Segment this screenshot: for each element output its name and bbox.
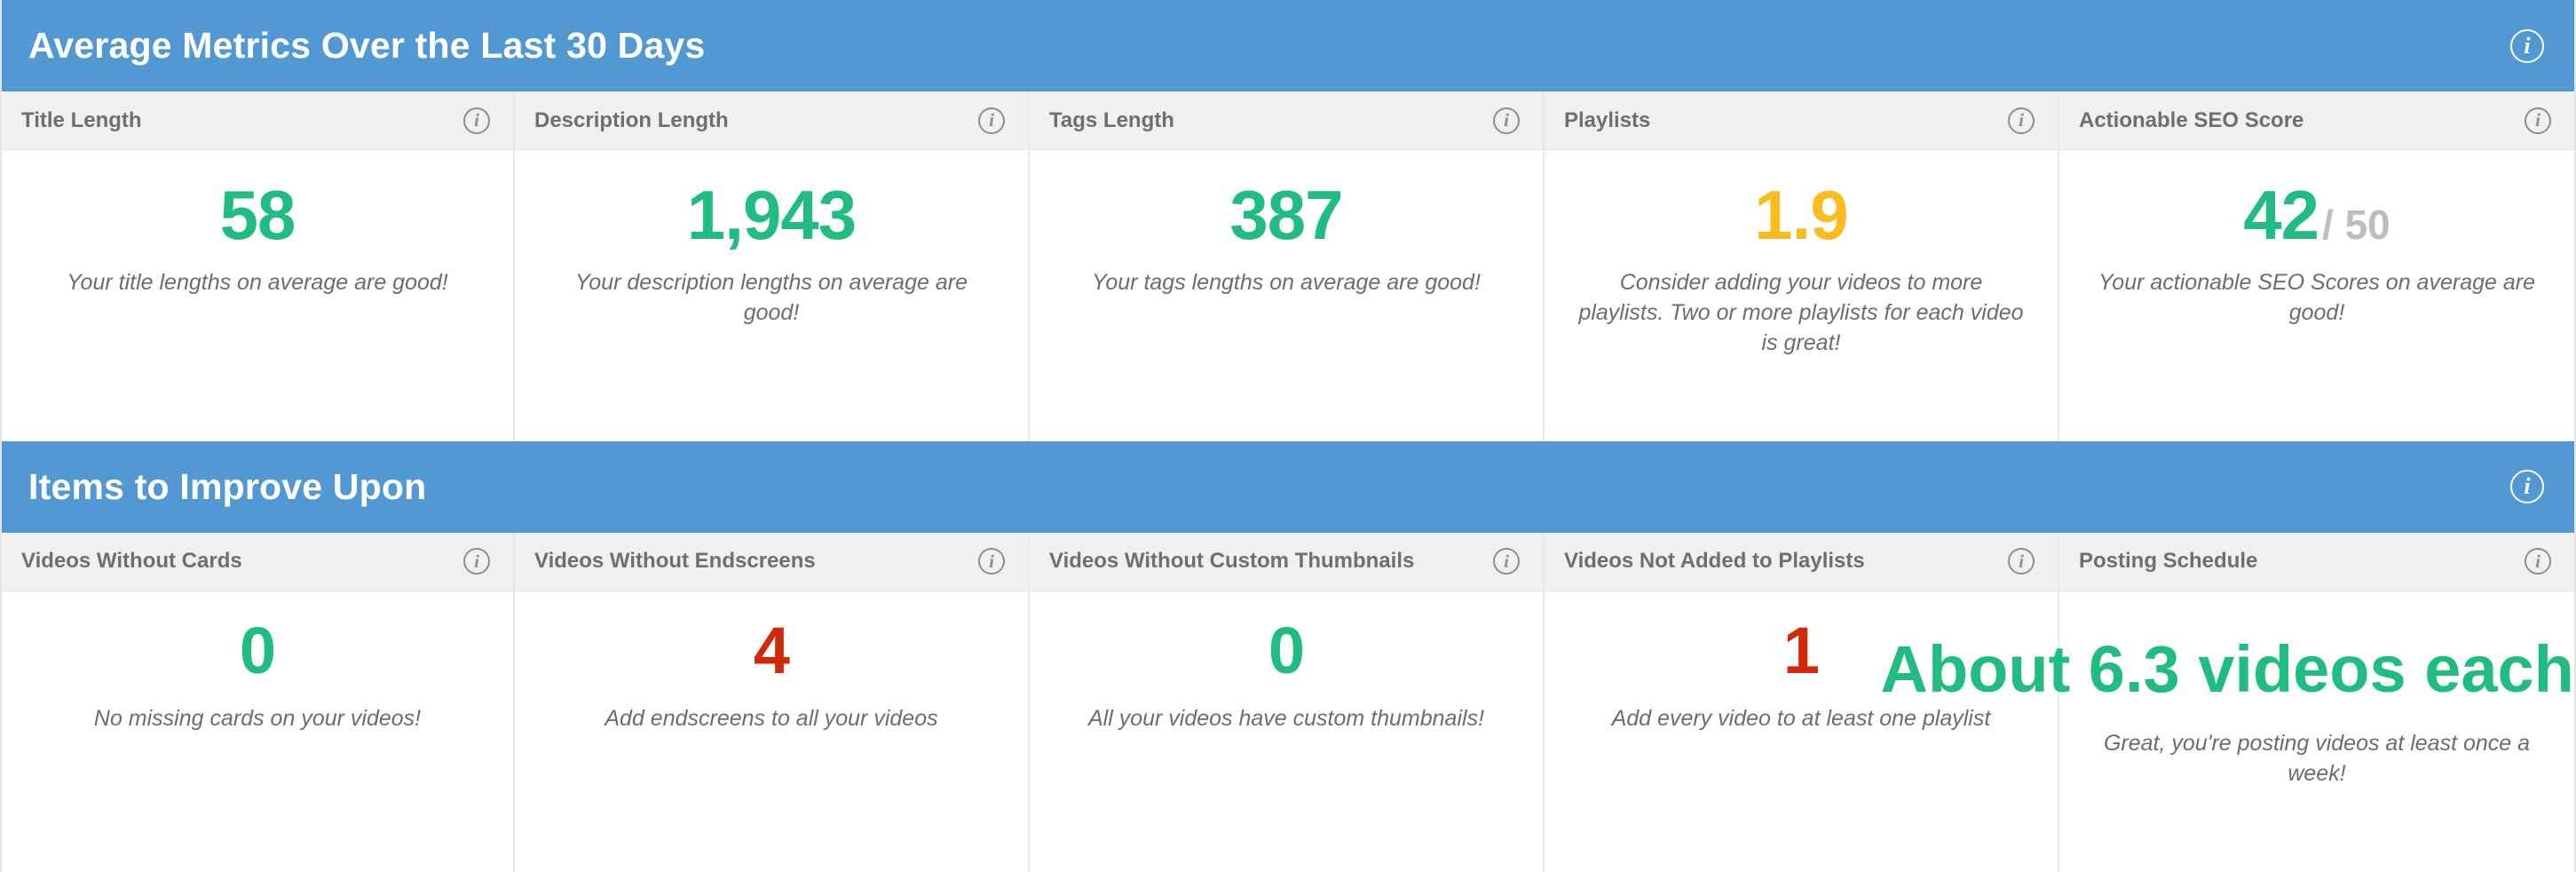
card-header: Videos Without Custom Thumbnails i	[1030, 532, 1543, 591]
info-glyph: i	[1504, 550, 1509, 572]
metric-value: 58	[219, 176, 296, 254]
card-header: Posting Schedule i	[2059, 532, 2574, 591]
info-circle-icon[interactable]: i	[2510, 470, 2544, 504]
metric-value-container: 387	[1229, 176, 1343, 254]
section-banner-average-metrics: Average Metrics Over the Last 30 Days i	[2, 0, 2574, 91]
metric-caption: Add endscreens to all your videos	[604, 705, 938, 731]
info-circle-icon[interactable]: i	[463, 548, 490, 575]
info-circle-icon[interactable]: i	[1493, 107, 1520, 134]
card-body: 0 No missing cards on your videos!	[2, 591, 513, 872]
metrics-dashboard: Average Metrics Over the Last 30 Days i …	[0, 0, 2576, 872]
metric-caption: No missing cards on your videos!	[93, 705, 422, 731]
metric-value-container: 58	[220, 180, 296, 250]
info-glyph: i	[2535, 109, 2540, 131]
metric-caption: Consider adding your videos to more play…	[1578, 270, 2024, 355]
card-header: Videos Without Cards i	[2, 532, 513, 591]
card-header: Tags Length i	[1030, 91, 1543, 150]
card-body: 0 All your videos have custom thumbnails…	[1030, 591, 1543, 872]
card-header-label: Tags Length	[1049, 107, 1174, 132]
metric-value-container: 42/ 50	[2243, 180, 2390, 250]
section-banner-items-to-improve: Items to Improve Upon i	[2, 440, 2574, 533]
metric-caption: Your actionable SEO Scores on average ar…	[2098, 270, 2535, 325]
info-circle-icon[interactable]: i	[978, 548, 1005, 575]
card-header-label: Playlists	[1564, 107, 1651, 132]
metric-caption: Your tags lengths on average are good!	[1092, 270, 1481, 295]
info-glyph: i	[2019, 550, 2024, 572]
metric-value-suffix: / 50	[2322, 202, 2390, 248]
metric-value-container: 0	[1268, 613, 1305, 687]
metric-card-description-length: Description Length i 1,943 Your descript…	[515, 91, 1030, 441]
metric-card-actionable-seo-score: Actionable SEO Score i 42/ 50 Your actio…	[2059, 91, 2574, 441]
info-glyph: i	[2524, 32, 2531, 59]
metric-value: 4	[753, 613, 790, 687]
metric-card-videos-without-custom-thumbnails: Videos Without Custom Thumbnails i 0 All…	[1030, 532, 1545, 872]
card-header-label: Description Length	[534, 107, 729, 132]
card-header-label: Videos Without Endscreens	[534, 549, 816, 574]
card-body: 58 Your title lengths on average are goo…	[2, 150, 513, 441]
metric-value: 0	[239, 613, 276, 687]
info-circle-icon[interactable]: i	[2008, 548, 2035, 575]
info-glyph: i	[474, 109, 479, 131]
metric-value-container: 1,943	[686, 176, 857, 254]
card-body: 1.9 Consider adding your videos to more …	[1545, 150, 2058, 441]
metric-card-title-length: Title Length i 58 Your title lengths on …	[2, 91, 515, 441]
card-header-label: Title Length	[21, 107, 142, 132]
card-header-label: Videos Not Added to Playlists	[1564, 549, 1865, 574]
metric-card-playlists: Playlists i 1.9 Consider adding your vid…	[1545, 91, 2059, 441]
metric-value-container: 0	[239, 613, 276, 687]
card-body: About 6.3 videos each week Great, you're…	[1881, 591, 2576, 872]
info-glyph: i	[1504, 109, 1509, 131]
card-header-label: Videos Without Cards	[21, 549, 242, 574]
card-header: Title Length i	[2, 91, 513, 150]
card-header-label: Videos Without Custom Thumbnails	[1049, 549, 1415, 574]
info-glyph: i	[2019, 109, 2024, 131]
metric-card-tags-length: Tags Length i 387 Your tags lengths on a…	[1030, 91, 1545, 441]
card-body: 4 Add endscreens to all your videos	[515, 591, 1028, 872]
info-glyph: i	[2535, 550, 2540, 572]
info-circle-icon[interactable]: i	[1493, 548, 1520, 575]
card-header: Playlists i	[1545, 91, 2058, 150]
card-body: 42/ 50 Your actionable SEO Scores on ave…	[2059, 150, 2574, 441]
metric-value: About 6.3 videos each week	[1880, 631, 2576, 706]
metric-value: 1	[1782, 613, 1820, 687]
metric-value-container: 4	[753, 613, 790, 687]
info-circle-icon[interactable]: i	[2525, 548, 2551, 575]
info-glyph: i	[474, 550, 479, 572]
metric-card-videos-without-endscreens: Videos Without Endscreens i 4 Add endscr…	[515, 532, 1030, 872]
metric-value: 387	[1229, 176, 1343, 254]
info-circle-icon[interactable]: i	[2510, 28, 2544, 63]
metric-caption: Your description lengths on average are …	[575, 270, 968, 325]
metric-value-container: 1.9	[1754, 176, 1848, 254]
metric-card-row-improve: Videos Without Cards i 0 No missing card…	[2, 532, 2576, 872]
metric-value-container: About 6.3 videos each week	[1881, 618, 2576, 709]
info-glyph: i	[2524, 473, 2531, 500]
metric-card-videos-without-cards: Videos Without Cards i 0 No missing card…	[2, 532, 515, 872]
metric-value: 1.9	[1754, 176, 1848, 254]
section-title: Average Metrics Over the Last 30 Days	[28, 25, 706, 66]
card-header: Videos Not Added to Playlists i	[1545, 532, 2058, 591]
card-header: Videos Without Endscreens i	[515, 532, 1028, 591]
metric-caption: Your title lengths on average are good!	[67, 270, 448, 295]
card-header-label: Actionable SEO Score	[2079, 107, 2304, 132]
card-header-label: Posting Schedule	[2079, 549, 2258, 574]
info-circle-icon[interactable]: i	[2525, 107, 2551, 134]
metric-value-container: 1	[1782, 613, 1820, 687]
card-body: 1,943 Your description lengths on averag…	[515, 150, 1028, 441]
info-circle-icon[interactable]: i	[2008, 107, 2035, 134]
card-header: Actionable SEO Score i	[2059, 91, 2574, 150]
card-body: 387 Your tags lengths on average are goo…	[1030, 150, 1543, 441]
metric-caption: All your videos have custom thumbnails!	[1087, 705, 1485, 731]
info-glyph: i	[989, 550, 994, 572]
metric-value: 42	[2243, 176, 2319, 254]
section-title: Items to Improve Upon	[28, 465, 427, 507]
metric-card-posting-schedule: Posting Schedule i About 6.3 videos each…	[1881, 532, 2576, 872]
metric-card-row-average: Title Length i 58 Your title lengths on …	[2, 91, 2574, 441]
card-header: Description Length i	[515, 91, 1028, 150]
info-circle-icon[interactable]: i	[463, 107, 490, 134]
metric-caption: Great, you're posting videos at least on…	[2103, 731, 2531, 787]
info-glyph: i	[989, 109, 994, 131]
metric-value: 0	[1268, 613, 1305, 687]
info-circle-icon[interactable]: i	[978, 107, 1005, 134]
metric-value: 1,943	[686, 176, 857, 254]
